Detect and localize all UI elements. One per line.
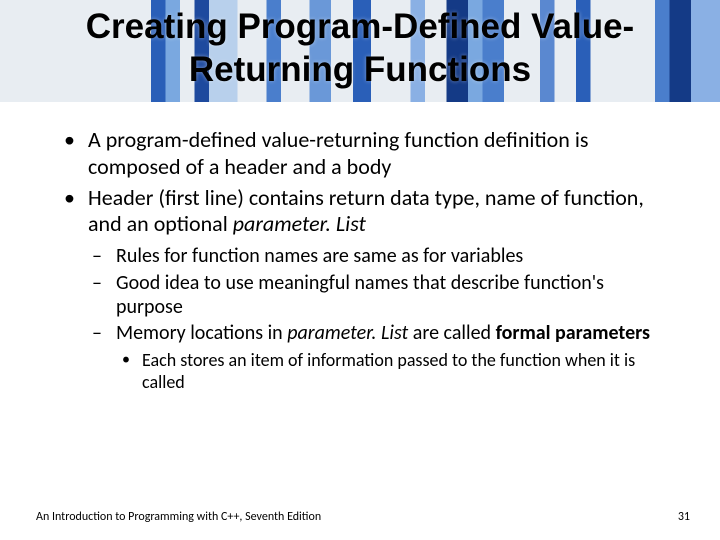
bullet-1-text: A program-defined value-returning functi…	[88, 126, 588, 180]
sub-bullet-3: Memory locations in parameter. List are …	[88, 321, 670, 393]
bullet-2-italic: parameter. List	[233, 210, 366, 237]
sub-bullet-1: Rules for function names are same as for…	[88, 244, 670, 268]
footer-source: An Introduction to Programming with C++,…	[36, 510, 321, 524]
sub-bullet-3-mid: are called	[413, 321, 496, 345]
title-line-2: Returning Functions	[189, 50, 531, 89]
bullet-1: A program-defined value-returning functi…	[60, 127, 670, 181]
subsub-bullet-1: Each stores an item of information passe…	[116, 350, 670, 394]
subsub-bullet-1-text: Each stores an item of information passe…	[142, 349, 635, 393]
slide-title: Creating Program-Defined Value- Returnin…	[0, 6, 720, 91]
bullet-2: Header (first line) contains return data…	[60, 185, 670, 394]
sub-bullet-2-text: Good idea to use meaningful names that d…	[116, 271, 604, 319]
sub-bullet-1-text: Rules for function names are same as for…	[116, 244, 523, 268]
title-line-1: Creating Program-Defined Value-	[86, 7, 634, 46]
sub-bullet-3-bold: formal parameters	[496, 321, 650, 345]
sub-bullet-3-italic: parameter. List	[287, 321, 413, 345]
sub-bullet-2: Good idea to use meaningful names that d…	[88, 271, 670, 320]
slide-body: A program-defined value-returning functi…	[60, 127, 670, 398]
sub-bullet-3-pre: Memory locations in	[116, 321, 287, 345]
page-number: 31	[678, 510, 690, 524]
